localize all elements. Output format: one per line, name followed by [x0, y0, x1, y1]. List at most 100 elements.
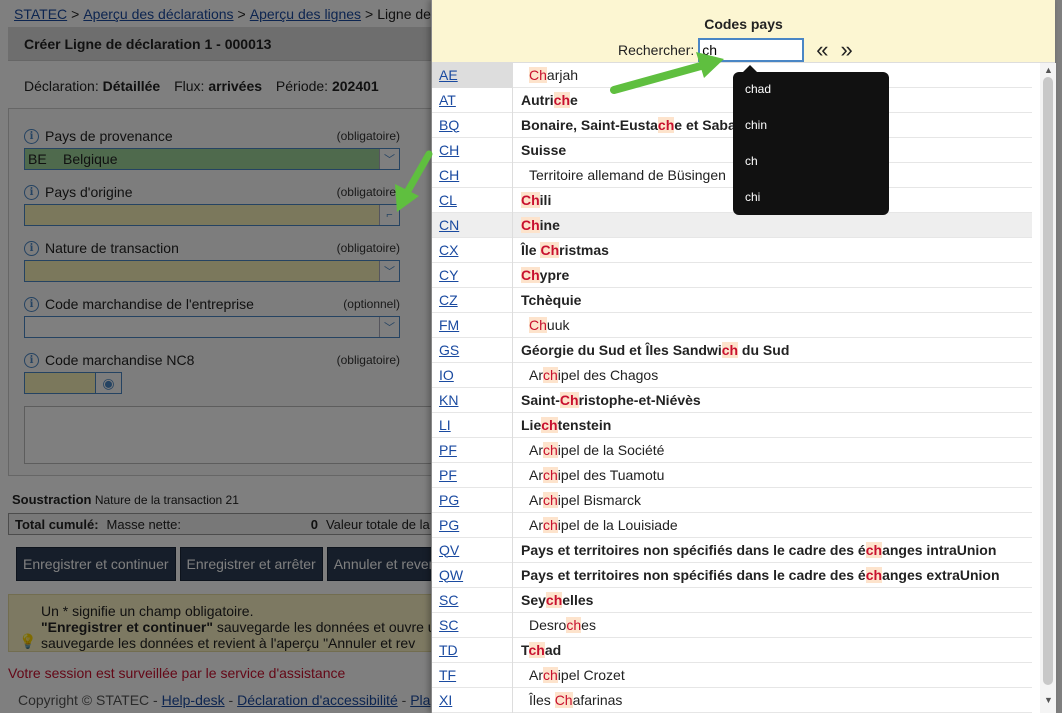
scroll-down-icon[interactable]: ▼	[1044, 695, 1053, 705]
table-row[interactable]: XI Îles Chafarinas	[432, 687, 1032, 713]
country-name[interactable]: Chili	[513, 192, 551, 208]
name-text: Pays et territoires non spécifiés dans l…	[521, 567, 866, 583]
country-name[interactable]: Chypre	[513, 267, 569, 283]
country-code-link[interactable]: SC	[432, 612, 513, 638]
country-name[interactable]: Tchad	[513, 642, 561, 658]
country-name[interactable]: Tchèquie	[513, 292, 581, 308]
country-code-link[interactable]: CL	[432, 187, 513, 213]
country-code-link[interactable]: XI	[432, 687, 513, 713]
table-row[interactable]: PF Archipel des Tuamotu	[432, 462, 1032, 488]
table-row[interactable]: SC Desroches	[432, 612, 1032, 638]
country-code-link[interactable]: CY	[432, 262, 513, 288]
country-name[interactable]: Archipel de la Société	[513, 442, 664, 458]
name-text: ad	[544, 642, 562, 658]
country-code-link[interactable]: LI	[432, 412, 513, 438]
table-row[interactable]: CX Île Christmas	[432, 237, 1032, 263]
country-code-link[interactable]: KN	[432, 387, 513, 413]
country-code-link[interactable]: CZ	[432, 287, 513, 313]
match-highlight: ch	[543, 667, 558, 683]
country-code-link[interactable]: CH	[432, 162, 513, 188]
country-name[interactable]: Desroches	[513, 617, 596, 633]
country-name[interactable]: Liechtenstein	[513, 417, 611, 433]
country-name[interactable]: Saint-Christophe-et-Niévès	[513, 392, 701, 408]
table-row[interactable]: CY Chypre	[432, 262, 1032, 288]
country-name[interactable]: Archipel Bismarck	[513, 492, 641, 508]
country-code-link[interactable]: TF	[432, 662, 513, 688]
name-text: Saint-	[521, 392, 560, 408]
name-text: e	[570, 92, 578, 108]
table-row[interactable]: PG Archipel Bismarck	[432, 487, 1032, 513]
name-text: Ar	[529, 492, 543, 508]
country-name[interactable]: Archipel des Tuamotu	[513, 467, 664, 483]
country-list: AE Charjah AT Autriche BQ Bonaire, Saint-Eust…	[432, 63, 1032, 713]
table-row[interactable]: QW Pays et territoires non spécifiés dans…	[432, 562, 1032, 588]
country-code-link[interactable]: CH	[432, 137, 513, 163]
country-name[interactable]: Archipel des Chagos	[513, 367, 658, 383]
country-name[interactable]: Îles Chafarinas	[513, 692, 622, 708]
country-code-link[interactable]: AT	[432, 87, 513, 113]
scroll-up-icon[interactable]: ▲	[1044, 65, 1053, 75]
table-row[interactable]: BQ Bonaire, Saint-Eustache et Saba	[432, 112, 1032, 138]
table-row[interactable]: PF Archipel de la Société	[432, 437, 1032, 463]
name-text: Tchèquie	[521, 292, 582, 308]
country-code-link[interactable]: PF	[432, 437, 513, 463]
country-name[interactable]: Chuuk	[513, 317, 569, 333]
country-code-link[interactable]: TD	[432, 637, 513, 663]
country-name[interactable]: Suisse	[513, 142, 566, 158]
name-text: afarinas	[572, 692, 623, 708]
country-name[interactable]: Archipel Crozet	[513, 667, 625, 683]
country-name[interactable]: Pays et territoires non spécifiés dans l…	[513, 567, 1000, 583]
table-row[interactable]: GS Géorgie du Sud et Îles Sandwich du Sud	[432, 337, 1032, 363]
country-code-link[interactable]: QW	[432, 562, 513, 588]
table-row[interactable]: CN Chine	[432, 212, 1032, 238]
table-row[interactable]: CH Suisse	[432, 137, 1032, 163]
suggestion-item[interactable]: ch	[733, 152, 889, 188]
table-row[interactable]: CL Chili	[432, 187, 1032, 213]
country-code-link[interactable]: PF	[432, 462, 513, 488]
prev-page-button[interactable]: «	[816, 39, 828, 61]
country-code-link[interactable]: CN	[432, 212, 513, 238]
next-page-button[interactable]: »	[841, 39, 853, 61]
country-name[interactable]: Charjah	[513, 67, 578, 83]
country-code-link[interactable]: SC	[432, 587, 513, 613]
suggestion-item[interactable]: chi	[733, 188, 889, 224]
country-code-link[interactable]: GS	[432, 337, 513, 363]
name-text: ipel de la Louisiade	[557, 517, 678, 533]
table-row[interactable]: FM Chuuk	[432, 312, 1032, 338]
country-code-link[interactable]: CX	[432, 237, 513, 263]
country-code-link[interactable]: QV	[432, 537, 513, 563]
name-text: anges intraUnion	[882, 542, 997, 558]
country-name[interactable]: Autriche	[513, 92, 578, 108]
country-name[interactable]: Île Christmas	[513, 242, 609, 258]
country-name[interactable]: Territoire allemand de Büsingen	[513, 167, 726, 183]
scrollbar-thumb[interactable]	[1043, 77, 1053, 685]
country-code-link[interactable]: FM	[432, 312, 513, 338]
country-name[interactable]: Seychelles	[513, 592, 593, 608]
table-row[interactable]: PG Archipel de la Louisiade	[432, 512, 1032, 538]
match-highlight: ch	[541, 417, 558, 433]
country-code-link[interactable]: PG	[432, 512, 513, 538]
country-name[interactable]: Chine	[513, 217, 560, 233]
table-row[interactable]: QV Pays et territoires non spécifiés dans…	[432, 537, 1032, 563]
table-row[interactable]: IO Archipel des Chagos	[432, 362, 1032, 388]
country-name[interactable]: Pays et territoires non spécifiés dans l…	[513, 542, 996, 558]
country-name[interactable]: Archipel de la Louisiade	[513, 517, 678, 533]
table-row[interactable]: CH Territoire allemand de Büsingen	[432, 162, 1032, 188]
country-code-link[interactable]: AE	[432, 63, 513, 88]
table-row[interactable]: CZ Tchèquie	[432, 287, 1032, 313]
country-code-link[interactable]: IO	[432, 362, 513, 388]
country-code-link[interactable]: BQ	[432, 112, 513, 138]
table-row[interactable]: LI Liechtenstein	[432, 412, 1032, 438]
table-row[interactable]: TF Archipel Crozet	[432, 662, 1032, 688]
annotation-arrow	[610, 52, 724, 94]
country-name[interactable]: Géorgie du Sud et Îles Sandwich du Sud	[513, 342, 789, 358]
table-row[interactable]: TD Tchad	[432, 637, 1032, 663]
country-code-link[interactable]: PG	[432, 487, 513, 513]
suggestion-item[interactable]: chad	[733, 80, 889, 116]
country-name[interactable]: Bonaire, Saint-Eustache et Saba	[513, 117, 736, 133]
scrollbar[interactable]: ▲ ▼	[1040, 63, 1056, 713]
match-highlight: ch	[543, 367, 558, 383]
table-row[interactable]: SC Seychelles	[432, 587, 1032, 613]
suggestion-item[interactable]: chin	[733, 116, 889, 152]
table-row[interactable]: KN Saint-Christophe-et-Niévès	[432, 387, 1032, 413]
